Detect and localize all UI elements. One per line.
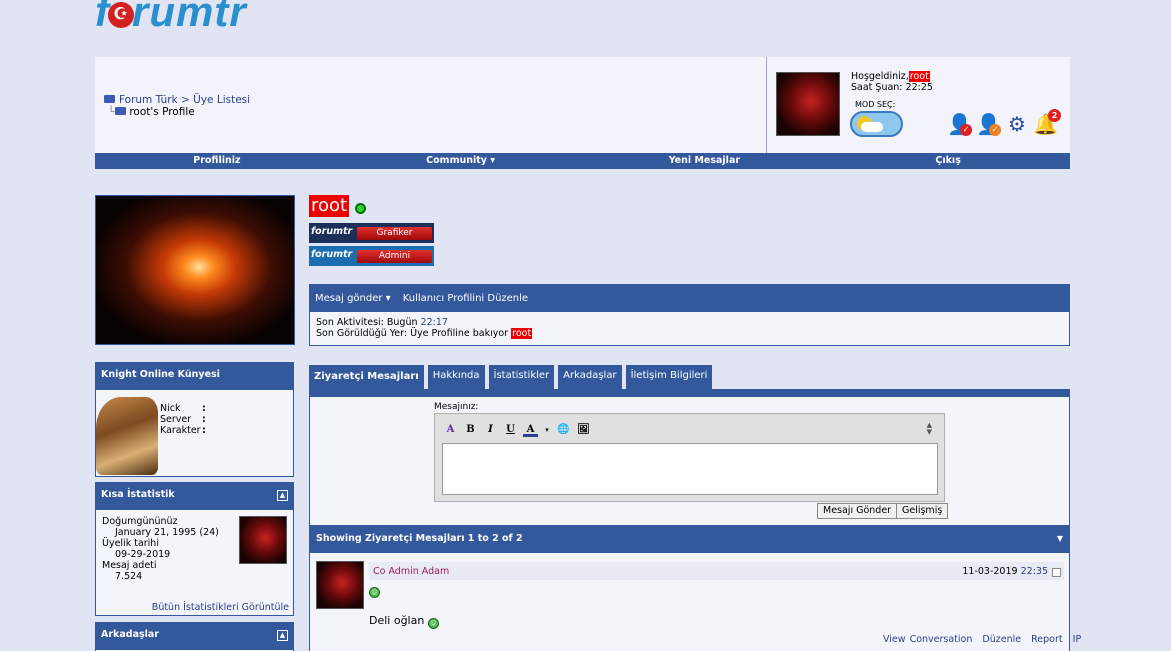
message-select-checkbox[interactable] [1052, 568, 1061, 577]
breadcrumb-root[interactable]: Forum Türk [119, 94, 178, 106]
collapse-icon[interactable]: ▼ [1057, 534, 1063, 543]
italic-icon[interactable]: I [483, 422, 498, 437]
report-link[interactable]: Report [1031, 634, 1063, 645]
profile-picture [95, 195, 295, 345]
bold-icon[interactable]: B [463, 422, 478, 437]
collapse-icon[interactable]: ▲ [277, 630, 288, 641]
online-status-icon [355, 203, 366, 214]
stats-avatar [239, 516, 287, 564]
gear-icon[interactable]: ⚙ [1005, 112, 1029, 136]
profile-actions-box: Mesaj gönder ▾ Kullanıcı Profilini Düzenl… [309, 284, 1070, 346]
profile-username: root [309, 195, 350, 217]
send-message-button[interactable]: Mesaj gönder ▾ [315, 293, 391, 304]
tab-visitor-messages[interactable]: Ziyaretçi Mesajları [309, 365, 424, 390]
ip-link[interactable]: IP [1073, 634, 1082, 645]
nav-profile[interactable]: Profiliniz [95, 153, 339, 169]
link-icon[interactable]: 🌐 [556, 422, 571, 437]
theme-toggle[interactable] [850, 111, 903, 137]
edit-profile-link[interactable]: Kullanıcı Profilini Düzenle [403, 293, 528, 304]
main-nav: Profiliniz Community ▾ Yeni Mesajlar Çık… [95, 153, 1070, 169]
message-actions: View Conversation Düzenle Report IP [883, 634, 1087, 645]
nav-new-messages[interactable]: Yeni Mesajlar [583, 153, 827, 169]
bell-icon[interactable]: 🔔 2 [1033, 109, 1061, 136]
friends-block-header: Arkadaşlar ▲ [96, 623, 293, 650]
resize-icon[interactable]: ▲ ▼ [927, 422, 932, 436]
user-check-icon[interactable]: 👤 ✓ [976, 112, 1001, 136]
chevron-down-icon[interactable]: ▾ [543, 422, 551, 437]
knight-info: Nick: Server: Karakter: [160, 403, 206, 436]
friends-block: Arkadaşlar ▲ [95, 622, 294, 651]
message-date: 11-03-2019 22:35 [962, 566, 1048, 577]
message-author[interactable]: Co Admin Adam [373, 566, 449, 577]
rank-badge: forumtr Admini [309, 246, 434, 266]
message-author-avatar[interactable] [316, 561, 364, 609]
message-editor: A B I U A ▾ 🌐 🖼 ▲ ▼ [434, 413, 945, 502]
font-color-icon[interactable]: A [523, 422, 538, 437]
smiley-icon: ☺ [369, 587, 380, 598]
message-text: Deli oğlan ☺ [369, 614, 439, 629]
welcome-text: Hoşgeldiniz,root Saat Şuan: 22:25 [851, 71, 933, 93]
welcome-username[interactable]: root [908, 71, 930, 82]
stats-block: Kısa İstatistik ▲ Doğumgününüz January 21… [95, 482, 294, 616]
breadcrumb: Forum Türk > Üye Listesi [104, 94, 250, 106]
tab-statistics[interactable]: İstatistikler [488, 365, 555, 390]
header-divider [766, 57, 767, 153]
collapse-icon[interactable]: ▲ [277, 490, 288, 501]
breadcrumb-section[interactable]: Üye Listesi [193, 94, 250, 106]
submit-message-button[interactable]: Mesajı Gönder [817, 503, 898, 519]
knight-block: Knight Online Künyesi Nick: Server: Kara… [95, 362, 294, 477]
message-header: Co Admin Adam 11-03-2019 22:35 [369, 562, 1064, 580]
tab-underline [309, 389, 1070, 397]
tree-icon: └ [108, 106, 115, 118]
remove-format-icon[interactable]: A [443, 422, 458, 437]
friend-requests-icon[interactable]: 👤 ✓ [947, 112, 972, 136]
edit-link[interactable]: Düzenle [982, 634, 1021, 645]
nav-logout[interactable]: Çıkış [826, 153, 1070, 169]
breadcrumb-current: └ root's Profile [108, 106, 195, 118]
user-avatar[interactable] [776, 72, 840, 136]
site-logo[interactable]: f ☪rumtr [95, 0, 247, 36]
knight-character-image [96, 397, 158, 475]
underline-icon[interactable]: U [503, 422, 518, 437]
nav-community[interactable]: Community ▾ [339, 153, 583, 169]
rank-badge: forumtr Grafiker [309, 223, 434, 243]
folder-icon [104, 95, 115, 103]
tab-contact-info[interactable]: İletişim Bilgileri [625, 365, 713, 390]
showing-header: Showing Ziyaretçi Mesajları 1 to 2 of 2 ▼ [310, 525, 1069, 553]
image-icon[interactable]: 🖼 [576, 422, 591, 437]
view-conversation-link[interactable]: View Conversation [883, 634, 972, 645]
cloud-icon [861, 122, 883, 132]
smiley-icon: ☺ [427, 618, 439, 629]
composer-label: Mesajınız: [434, 402, 479, 412]
folder-icon [115, 107, 127, 115]
mode-label: MOD SEÇ: [855, 100, 896, 109]
stats-body: Doğumgününüz January 21, 1995 (24) Üyeli… [96, 510, 293, 582]
stats-block-header: Kısa İstatistik ▲ [96, 483, 293, 510]
message-textarea[interactable] [442, 443, 938, 495]
flag-icon: ☪ [108, 1, 134, 28]
activity-info: Son Aktivitesi: Bugün 22:17 Son Görüldüğ… [316, 317, 533, 339]
advanced-button[interactable]: Gelişmiş [896, 503, 949, 519]
view-all-stats-link[interactable]: Bütün İstatistikleri Görüntüle [152, 602, 289, 613]
tab-about[interactable]: Hakkında [427, 365, 485, 390]
knight-block-title: Knight Online Künyesi [96, 363, 293, 390]
editor-toolbar: A B I U A ▾ 🌐 🖼 [443, 422, 591, 437]
profile-tabs: Ziyaretçi Mesajları Hakkında İstatistikl… [309, 365, 716, 390]
notification-badge: 2 [1048, 109, 1061, 122]
profile-actions-bar: Mesaj gönder ▾ Kullanıcı Profilini Düzenl… [310, 285, 1069, 312]
tab-friends[interactable]: Arkadaşlar [558, 365, 622, 390]
